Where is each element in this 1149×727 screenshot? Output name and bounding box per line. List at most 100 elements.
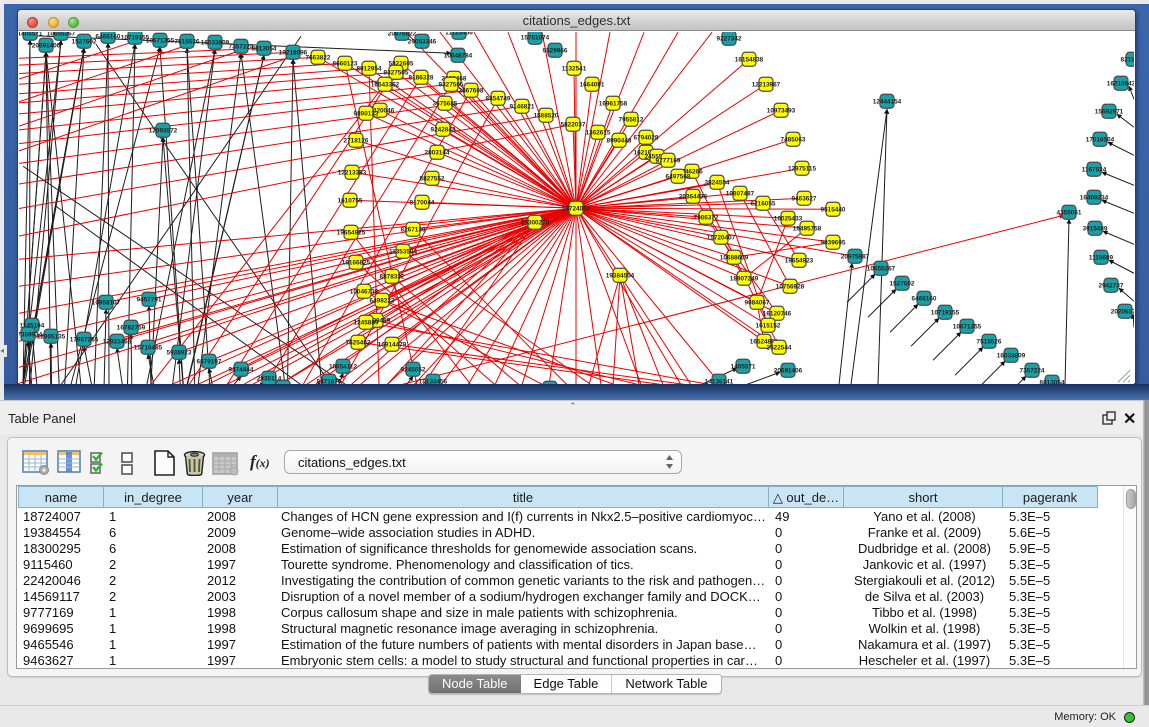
svg-text:9463627: 9463627 — [792, 195, 817, 202]
svg-text:20876822: 20876822 — [388, 32, 417, 37]
svg-text:19654925: 19654925 — [337, 229, 366, 236]
svg-text:2867608: 2867608 — [459, 87, 484, 94]
svg-text:16782759: 16782759 — [117, 324, 146, 331]
svg-text:1588520: 1588520 — [534, 112, 559, 119]
svg-text:18907249: 18907249 — [730, 275, 759, 282]
svg-text:10025433: 10025433 — [774, 215, 803, 222]
svg-text:1245889: 1245889 — [354, 319, 379, 326]
svg-text:19384554: 19384554 — [606, 272, 635, 279]
svg-text:2718126: 2718126 — [344, 137, 369, 144]
svg-text:16914479: 16914479 — [378, 341, 407, 348]
svg-text:20206576: 20206576 — [1111, 308, 1134, 315]
svg-text:16210643: 16210643 — [1107, 80, 1134, 87]
svg-text:9890133: 9890133 — [354, 110, 379, 117]
svg-text:9146821: 9146821 — [510, 103, 535, 110]
svg-text:1610755: 1610755 — [338, 197, 363, 204]
svg-text:8170044: 8170044 — [410, 199, 435, 206]
svg-text:9327505: 9327505 — [384, 69, 409, 76]
svg-text:20364436: 20364436 — [679, 193, 708, 200]
svg-text:8912954: 8912954 — [357, 65, 382, 72]
svg-text:10973493: 10973493 — [767, 107, 796, 114]
svg-text:17016504: 17016504 — [1086, 136, 1115, 143]
svg-text:10756928: 10756928 — [776, 283, 805, 290]
svg-text:15720407: 15720407 — [707, 234, 736, 241]
svg-text:12213967: 12213967 — [752, 81, 781, 88]
svg-text:8215953: 8215953 — [1121, 56, 1134, 63]
svg-text:6466160: 6466160 — [96, 33, 121, 40]
svg-text:10654112: 10654112 — [329, 363, 358, 370]
svg-text:9474444: 9474444 — [229, 366, 254, 373]
svg-text:16495758: 16495758 — [793, 225, 822, 232]
svg-text:1362615: 1362615 — [586, 129, 611, 136]
svg-text:3915489: 3915489 — [1083, 225, 1108, 232]
svg-text:17957255: 17957255 — [70, 336, 99, 343]
svg-text:16033809: 16033809 — [997, 352, 1026, 359]
svg-text:1527602: 1527602 — [890, 280, 915, 287]
svg-text:1405571: 1405571 — [19, 32, 43, 37]
svg-text:7357224: 7357224 — [1020, 367, 1045, 374]
svg-text:9245652: 9245652 — [401, 366, 426, 373]
svg-text:10046738: 10046738 — [350, 288, 379, 295]
svg-text:16154838: 16154838 — [735, 56, 764, 63]
svg-text:12923468: 12923468 — [103, 338, 132, 345]
svg-text:10655267: 10655267 — [867, 265, 896, 272]
svg-text:7986372: 7986372 — [694, 214, 719, 221]
svg-text:6466160: 6466160 — [912, 295, 937, 302]
svg-text:15716485: 15716485 — [134, 344, 163, 351]
svg-text:2803144: 2803144 — [425, 149, 450, 156]
svg-text:3824554: 3824554 — [705, 179, 730, 186]
svg-text:9529966: 9529966 — [543, 47, 568, 54]
svg-text:4355061: 4355061 — [1057, 209, 1082, 216]
svg-text:9039695: 9039695 — [821, 239, 846, 246]
svg-text:16961758: 16961758 — [599, 100, 628, 107]
svg-text:1167534: 1167534 — [1082, 166, 1107, 173]
svg-text:1115689: 1115689 — [1089, 254, 1114, 261]
svg-text:8267130: 8267130 — [401, 226, 426, 233]
svg-text:10671355: 10671355 — [953, 323, 982, 330]
svg-text:12093572: 12093572 — [149, 127, 178, 134]
svg-text:15751074: 15751074 — [521, 34, 550, 41]
svg-text:7625402: 7625402 — [346, 339, 371, 346]
svg-text:7515526: 7515526 — [175, 38, 200, 45]
svg-text:9777169: 9777169 — [656, 157, 681, 164]
svg-text:7955812: 7955812 — [619, 116, 644, 123]
svg-text:16033809: 16033809 — [201, 39, 230, 46]
svg-text:10655267: 10655267 — [47, 32, 76, 37]
svg-text:15692971: 15692971 — [1095, 108, 1124, 115]
svg-text:6497568: 6497568 — [666, 173, 691, 180]
svg-text:2942737: 2942737 — [1099, 282, 1124, 289]
svg-text:9457791: 9457791 — [137, 296, 162, 303]
svg-text:8454749: 8454749 — [486, 95, 511, 102]
svg-text:19654923: 19654923 — [785, 257, 814, 264]
svg-text:16120746: 16120746 — [763, 310, 792, 317]
svg-text:12975115: 12975115 — [788, 165, 817, 172]
svg-text:8186328: 8186328 — [409, 74, 434, 81]
svg-text:3675685: 3675685 — [433, 100, 458, 107]
svg-text:20691406: 20691406 — [774, 367, 803, 374]
svg-text:9227342: 9227342 — [717, 35, 742, 42]
svg-text:10688609: 10688609 — [720, 254, 749, 261]
svg-text:7485063: 7485063 — [781, 136, 806, 143]
svg-text:8660123: 8660123 — [333, 60, 358, 67]
svg-text:12213383: 12213383 — [338, 169, 367, 176]
svg-text:11123456: 11123456 — [445, 32, 473, 36]
svg-text:12905135: 12905135 — [37, 333, 66, 340]
svg-text:1615152: 1615152 — [756, 322, 781, 329]
svg-text:10807487: 10807487 — [726, 190, 755, 197]
svg-text:7357224: 7357224 — [229, 43, 254, 50]
svg-text:16543362: 16543362 — [371, 81, 400, 88]
svg-text:6679197: 6679197 — [197, 358, 222, 365]
svg-text:1132541: 1132541 — [562, 65, 587, 72]
svg-text:9084067: 9084067 — [745, 299, 770, 306]
svg-text:18724007: 18724007 — [562, 205, 591, 212]
svg-text:10719155: 10719155 — [931, 309, 960, 316]
svg-text:19218596: 19218596 — [279, 49, 308, 56]
svg-text:6216055: 6216055 — [751, 200, 776, 207]
svg-text:9242843: 9242843 — [431, 126, 456, 133]
svg-text:12444154: 12444154 — [873, 98, 902, 105]
svg-text:11353594: 11353594 — [389, 248, 418, 255]
svg-text:20975887: 20975887 — [841, 253, 870, 260]
svg-text:7515526: 7515526 — [977, 338, 1002, 345]
svg-text:25300275: 25300275 — [521, 219, 550, 226]
svg-text:6498222: 6498222 — [370, 297, 395, 304]
